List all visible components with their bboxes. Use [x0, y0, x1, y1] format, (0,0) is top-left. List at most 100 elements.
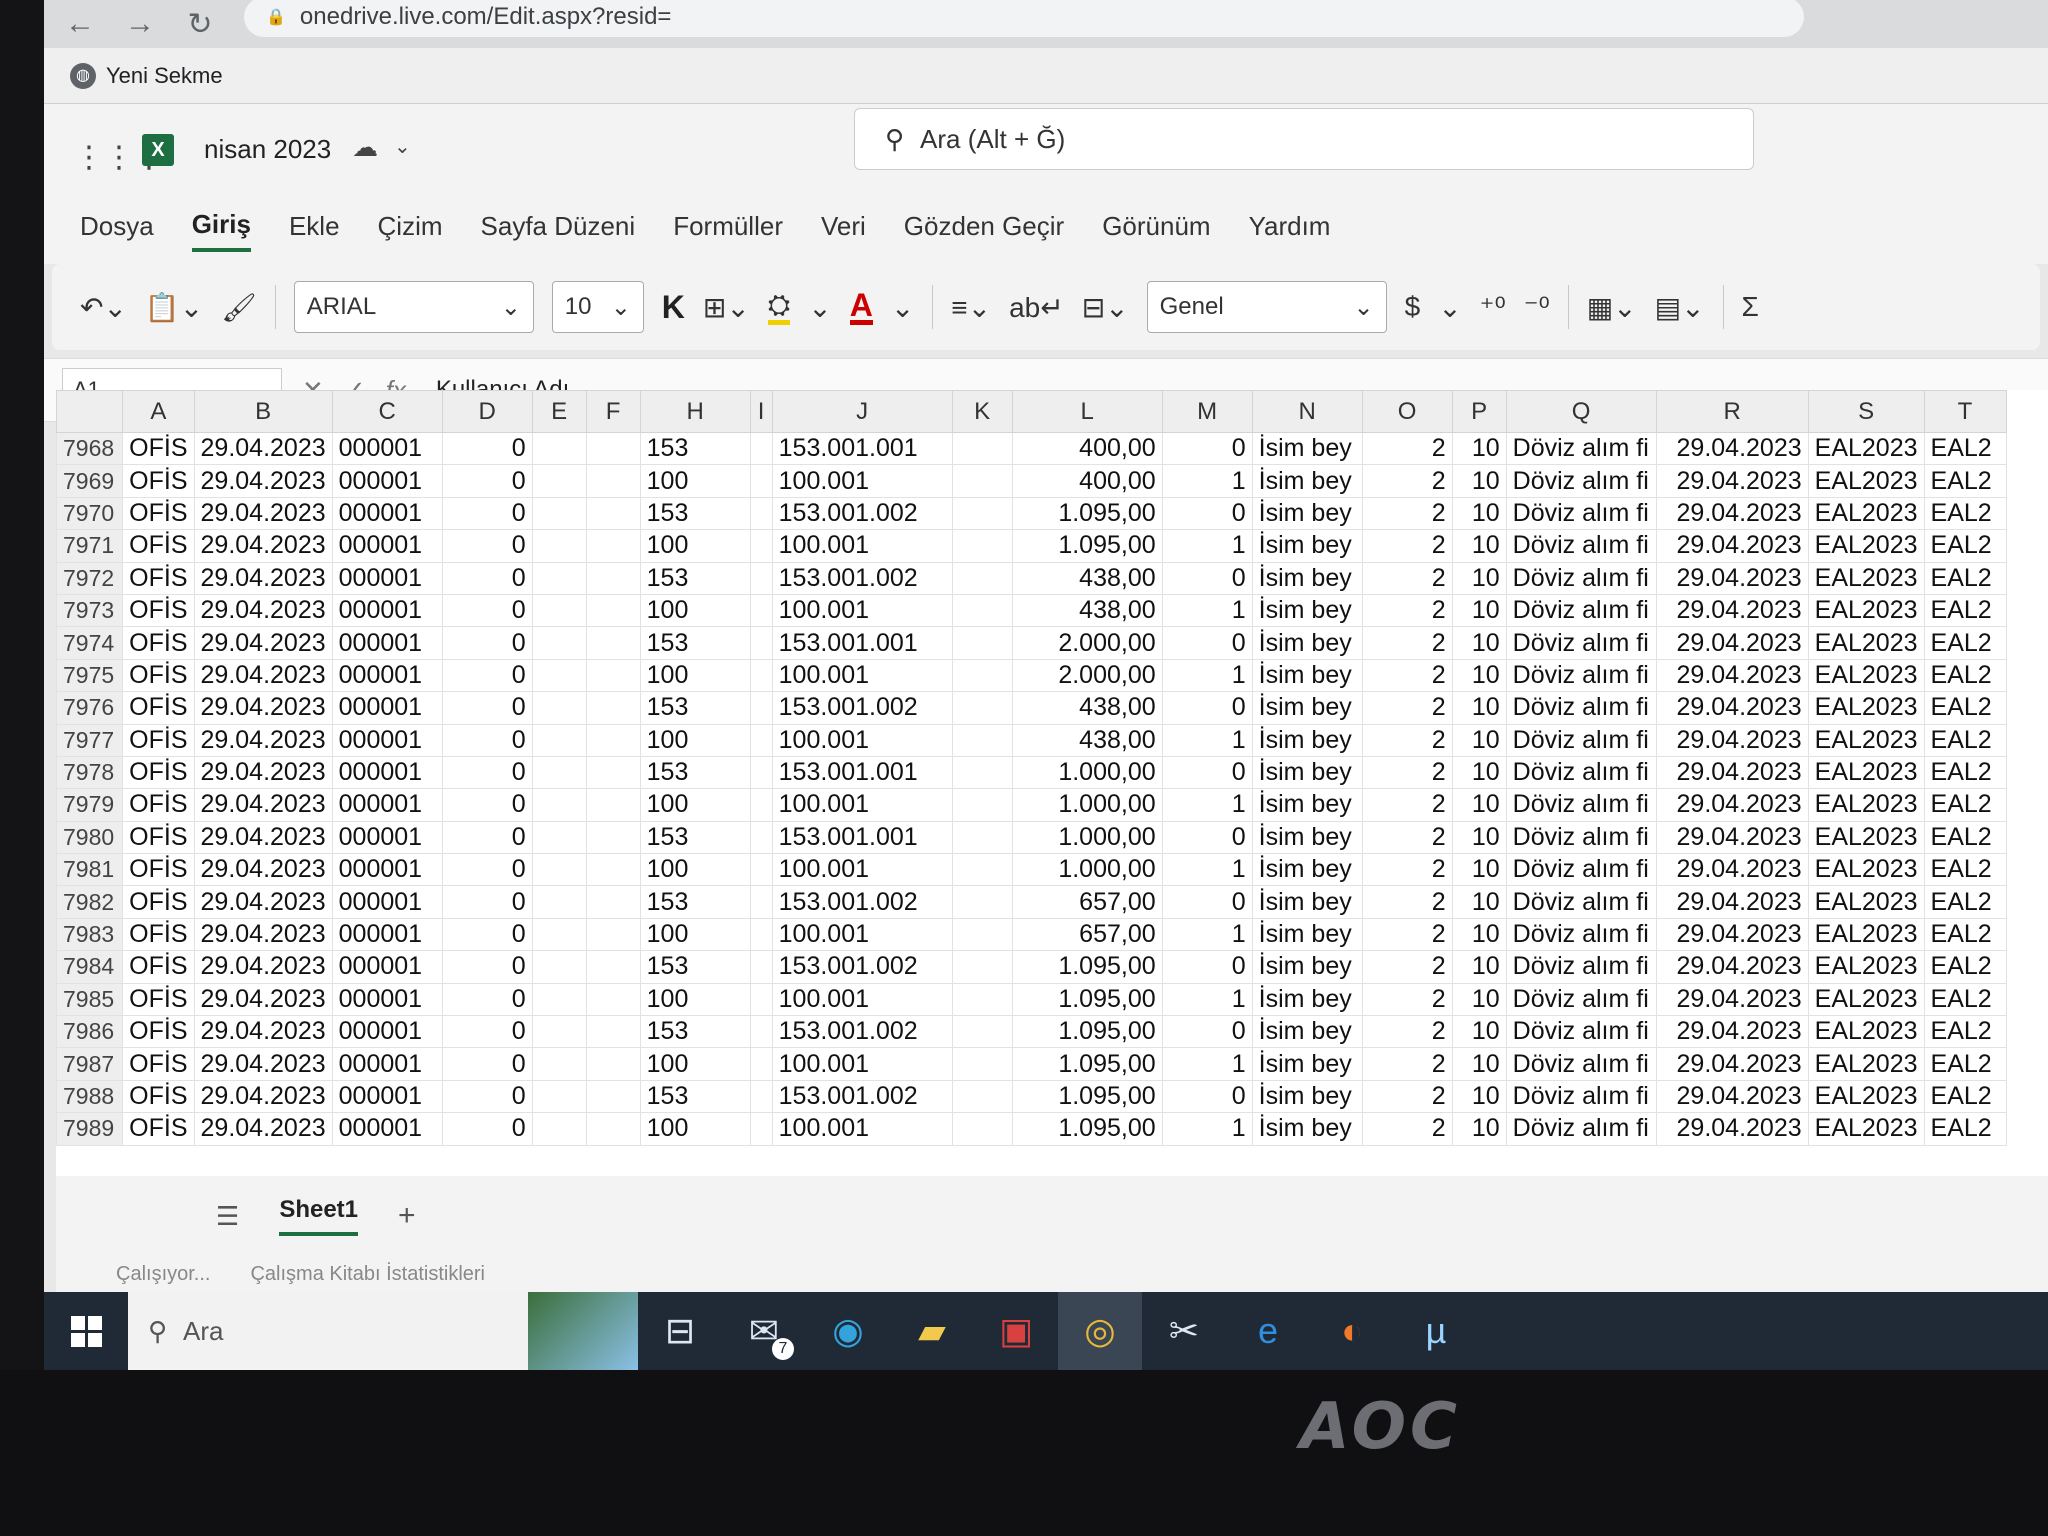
cell[interactable]: 1: [1161, 917, 1253, 952]
cell[interactable]: EAL2: [1923, 1047, 2007, 1081]
cell[interactable]: İsim bey: [1251, 1079, 1363, 1114]
cell[interactable]: [585, 626, 641, 660]
cell[interactable]: 153.001.002: [771, 496, 953, 531]
cell[interactable]: İsim bey: [1251, 1047, 1363, 1081]
row-header[interactable]: 7976: [56, 691, 124, 725]
cell[interactable]: [749, 1047, 773, 1081]
cell[interactable]: 2: [1361, 755, 1453, 790]
cell[interactable]: EAL2: [1923, 593, 2007, 628]
cell[interactable]: EAL2: [1923, 431, 2007, 466]
cell[interactable]: [585, 431, 641, 466]
cell[interactable]: 1.000,00: [1011, 820, 1163, 855]
row-header[interactable]: 7982: [56, 885, 124, 919]
column-header[interactable]: Q: [1505, 390, 1657, 433]
edge-icon[interactable]: ◉: [806, 1292, 890, 1370]
row-header[interactable]: 7970: [56, 496, 124, 531]
cell[interactable]: 100: [639, 593, 751, 628]
cell[interactable]: OFİS: [122, 820, 195, 855]
cell[interactable]: Döviz alım fi: [1505, 1079, 1657, 1114]
cell[interactable]: EAL2023: [1807, 691, 1925, 725]
cell[interactable]: 10: [1451, 658, 1507, 693]
chevron-down-icon[interactable]: ⌄: [394, 134, 411, 159]
column-header[interactable]: O: [1361, 390, 1453, 433]
address-bar[interactable]: 🔒 onedrive.live.com/Edit.aspx?resid=: [244, 0, 1804, 37]
undo-icon[interactable]: ↶⌄: [80, 291, 127, 324]
row-header[interactable]: 7984: [56, 950, 124, 984]
cell[interactable]: Döviz alım fi: [1505, 885, 1657, 919]
tab-formuller[interactable]: Formüller: [673, 211, 783, 250]
column-header[interactable]: D: [441, 390, 533, 433]
cell[interactable]: EAL2: [1923, 561, 2007, 595]
cell[interactable]: EAL2: [1923, 917, 2007, 952]
cell[interactable]: İsim bey: [1251, 950, 1363, 984]
row-header[interactable]: 7981: [56, 853, 124, 887]
merge-cells-icon[interactable]: ⊟⌄: [1082, 291, 1129, 324]
cell[interactable]: 100: [639, 529, 751, 563]
cell[interactable]: 1.095,00: [1011, 1112, 1163, 1146]
cell[interactable]: 153.001.002: [771, 1079, 953, 1114]
cell[interactable]: 153: [639, 885, 751, 919]
cell[interactable]: OFİS: [122, 593, 195, 628]
cell[interactable]: [531, 950, 587, 984]
cell[interactable]: 29.04.2023: [1655, 593, 1809, 628]
cell[interactable]: İsim bey: [1251, 755, 1363, 790]
cell[interactable]: 10: [1451, 529, 1507, 563]
cell[interactable]: [585, 561, 641, 595]
cell[interactable]: EAL2023: [1807, 529, 1925, 563]
cell[interactable]: [749, 626, 773, 660]
cell[interactable]: 29.04.2023: [193, 691, 333, 725]
cell[interactable]: Döviz alım fi: [1505, 982, 1657, 1017]
cell[interactable]: Döviz alım fi: [1505, 496, 1657, 531]
cell[interactable]: [749, 593, 773, 628]
column-header[interactable]: B: [193, 390, 333, 433]
cell[interactable]: 1.000,00: [1011, 853, 1163, 887]
cell[interactable]: 10: [1451, 885, 1507, 919]
cell[interactable]: 100: [639, 1112, 751, 1146]
cell[interactable]: 000001: [331, 917, 443, 952]
column-header[interactable]: C: [331, 390, 443, 433]
cell[interactable]: [749, 1015, 773, 1049]
add-sheet-icon[interactable]: +: [398, 1199, 416, 1233]
cell[interactable]: EAL2023: [1807, 885, 1925, 919]
cell[interactable]: 438,00: [1011, 593, 1163, 628]
cell[interactable]: Döviz alım fi: [1505, 723, 1657, 757]
cell[interactable]: [749, 788, 773, 822]
cell[interactable]: 100.001: [771, 788, 953, 822]
cell[interactable]: EAL2023: [1807, 464, 1925, 498]
cell[interactable]: [585, 1079, 641, 1114]
cell[interactable]: EAL2: [1923, 464, 2007, 498]
cell[interactable]: [951, 1079, 1013, 1114]
number-format-select[interactable]: Genel ⌄: [1146, 281, 1387, 333]
cell[interactable]: EAL2023: [1807, 853, 1925, 887]
cell[interactable]: 153: [639, 496, 751, 531]
row-header[interactable]: 7975: [56, 658, 124, 693]
cell[interactable]: İsim bey: [1251, 1112, 1363, 1146]
cell[interactable]: 0: [441, 788, 533, 822]
cell[interactable]: [951, 626, 1013, 660]
cell[interactable]: 29.04.2023: [193, 755, 333, 790]
cell[interactable]: [951, 820, 1013, 855]
cell[interactable]: 153: [639, 1015, 751, 1049]
cell[interactable]: [749, 464, 773, 498]
cell[interactable]: EAL2023: [1807, 723, 1925, 757]
cell[interactable]: 29.04.2023: [193, 1047, 333, 1081]
cell[interactable]: OFİS: [122, 626, 195, 660]
cell[interactable]: 0: [1161, 626, 1253, 660]
cell[interactable]: 000001: [331, 529, 443, 563]
cell[interactable]: OFİS: [122, 464, 195, 498]
cell[interactable]: 100: [639, 982, 751, 1017]
cell[interactable]: [531, 788, 587, 822]
cell[interactable]: EAL2: [1923, 788, 2007, 822]
cell[interactable]: 0: [1161, 820, 1253, 855]
file-explorer-icon[interactable]: ▰: [890, 1292, 974, 1370]
cell[interactable]: [585, 788, 641, 822]
cell[interactable]: 2: [1361, 917, 1453, 952]
internet-explorer-icon[interactable]: e: [1226, 1292, 1310, 1370]
cell[interactable]: EAL2: [1923, 723, 2007, 757]
cell[interactable]: 29.04.2023: [1655, 820, 1809, 855]
cell[interactable]: Döviz alım fi: [1505, 755, 1657, 790]
cell[interactable]: 29.04.2023: [1655, 885, 1809, 919]
cell[interactable]: [585, 1112, 641, 1146]
cell[interactable]: 1.095,00: [1011, 529, 1163, 563]
cell[interactable]: [951, 755, 1013, 790]
